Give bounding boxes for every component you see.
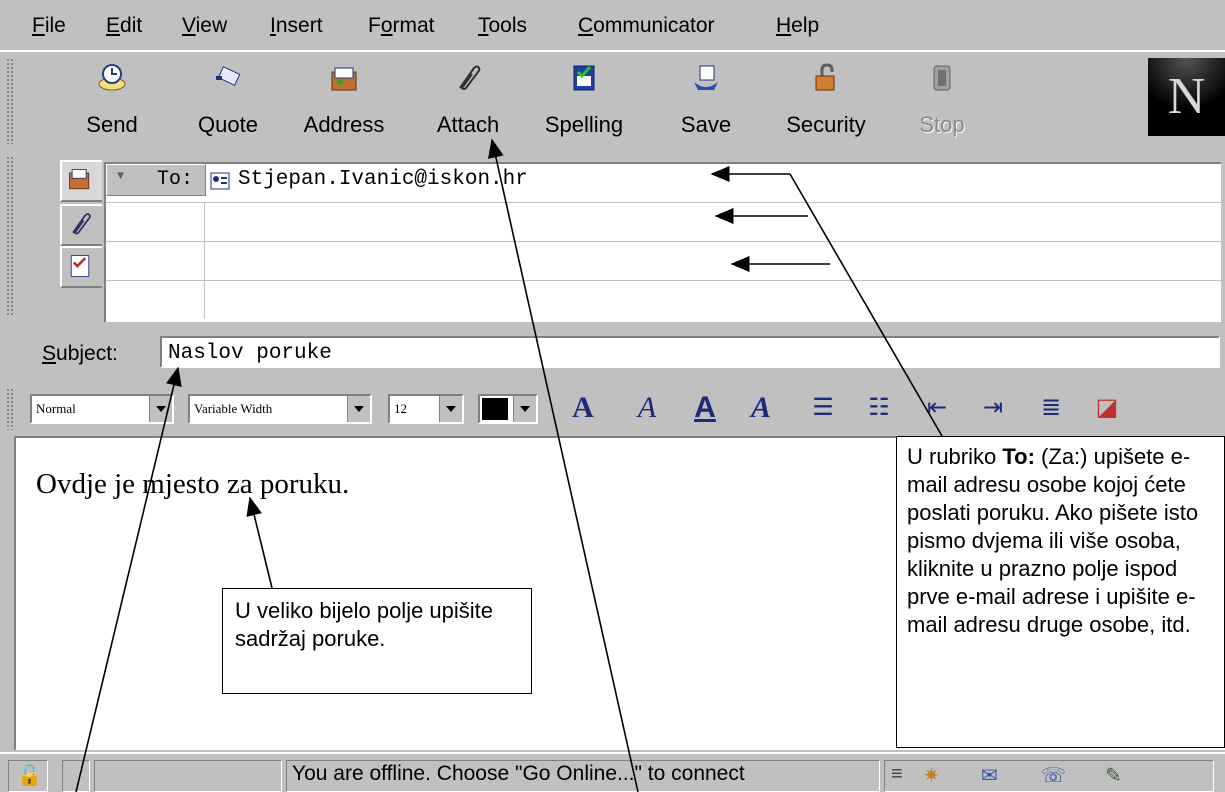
arrow-body <box>246 496 273 589</box>
arrow-subject <box>75 366 182 792</box>
arrow-leader <box>789 173 943 437</box>
annotation-arrows <box>75 138 943 792</box>
composer-window: File Edit View Insert Format Tools Commu… <box>0 0 1225 792</box>
arrow-attach <box>488 138 639 792</box>
